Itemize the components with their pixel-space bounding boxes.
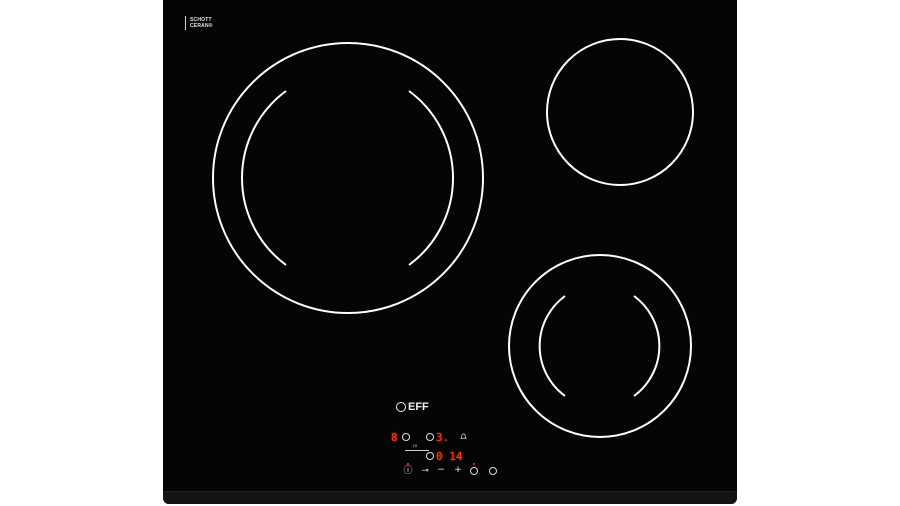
neff-badge-icon: [396, 402, 406, 412]
timer-select-button[interactable]: [470, 467, 478, 475]
cooktop: SCHOTT CERAN® EFF 8 HI 3. 0 14 ⓘ ⊸ − +: [163, 0, 737, 504]
bell-icon[interactable]: [460, 433, 467, 440]
control-panel: 8 HI 3. 0 14 ⓘ ⊸ − +: [391, 428, 503, 480]
medium-zone-inner-arc-left: [538, 295, 566, 397]
timer-icon[interactable]: [489, 467, 497, 475]
page: SCHOTT CERAN® EFF 8 HI 3. 0 14 ⓘ ⊸ − +: [0, 0, 900, 506]
key-lock-button[interactable]: ⊸: [419, 467, 431, 476]
medium-zone-inner-arc-right: [633, 295, 661, 397]
minus-button[interactable]: −: [436, 466, 446, 475]
zone-power-display-left: 8: [391, 431, 398, 444]
hi-label: HI: [413, 443, 417, 448]
zone-indicator-line: [405, 450, 429, 451]
large-zone-inner-arc-right: [408, 90, 455, 266]
zone-power-display-mid: 3.: [436, 431, 450, 444]
large-zone-outer-ring: [212, 42, 484, 314]
neff-logo-text: EFF: [408, 401, 429, 413]
power-icon[interactable]: ⓘ: [403, 467, 413, 476]
large-zone-inner-arc-left: [240, 90, 287, 266]
zone-select-mid-button[interactable]: [426, 433, 434, 441]
medium-zone-outer-ring: [508, 254, 692, 438]
plus-button[interactable]: +: [453, 466, 463, 475]
small-zone-ring: [546, 38, 694, 186]
zone-select-right-button[interactable]: [426, 452, 434, 460]
timer-display: 0 14: [436, 450, 463, 463]
timer-indicator-dot: [473, 463, 475, 465]
power-indicator-dot: [407, 463, 409, 465]
zone-select-left-button[interactable]: [402, 433, 410, 441]
hob-frame-strip: [163, 491, 737, 504]
neff-logo: EFF: [396, 401, 429, 413]
